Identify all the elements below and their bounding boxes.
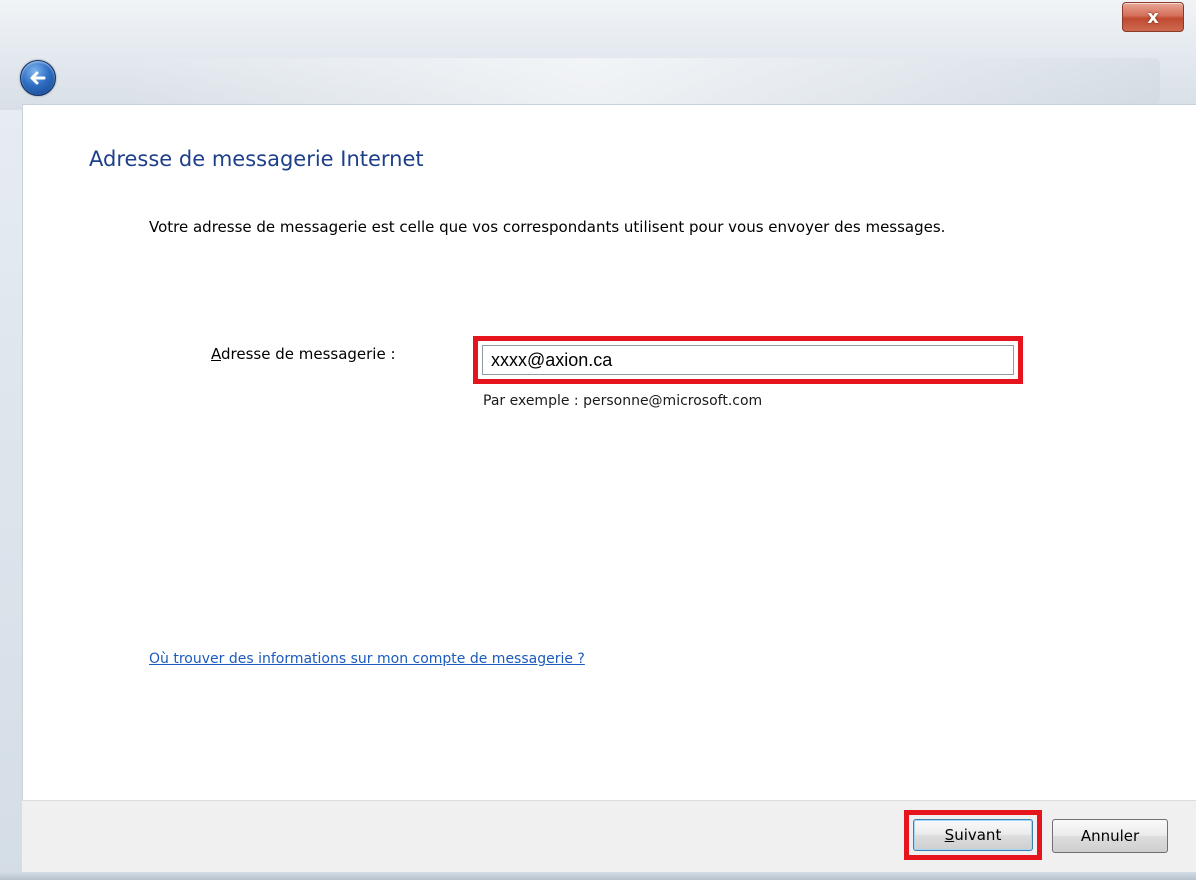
wizard-window: x Adresse de messagerie Internet Votre a…	[0, 0, 1196, 880]
back-button[interactable]	[20, 60, 56, 96]
window-bottom-edge	[0, 872, 1196, 880]
next-button-highlight: Suivant	[904, 810, 1042, 860]
next-button-mnemonic: S	[944, 826, 955, 844]
next-button[interactable]: Suivant	[913, 819, 1033, 851]
email-input[interactable]	[482, 345, 1014, 375]
title-bar-sheen	[120, 58, 1160, 104]
page-title: Adresse de messagerie Internet	[89, 147, 424, 171]
content-panel: Adresse de messagerie Internet Votre adr…	[22, 104, 1196, 800]
intro-text: Votre adresse de messagerie est celle qu…	[149, 218, 946, 236]
email-field-label: Adresse de messagerie :	[211, 345, 396, 363]
email-label-mnemonic: A	[211, 345, 221, 363]
close-icon: x	[1147, 6, 1159, 28]
cancel-button[interactable]: Annuler	[1052, 819, 1168, 853]
email-field-highlight	[473, 336, 1023, 384]
help-link[interactable]: Où trouver des informations sur mon comp…	[149, 651, 585, 667]
email-label-rest: dresse de messagerie :	[221, 345, 396, 363]
close-button[interactable]: x	[1122, 2, 1184, 32]
email-example-text: Par exemple : personne@microsoft.com	[483, 393, 763, 409]
title-bar: x	[0, 0, 1196, 110]
footer-bar: Suivant Annuler	[22, 800, 1196, 872]
next-button-label: uivant	[954, 826, 1002, 844]
back-arrow-icon	[30, 71, 46, 85]
